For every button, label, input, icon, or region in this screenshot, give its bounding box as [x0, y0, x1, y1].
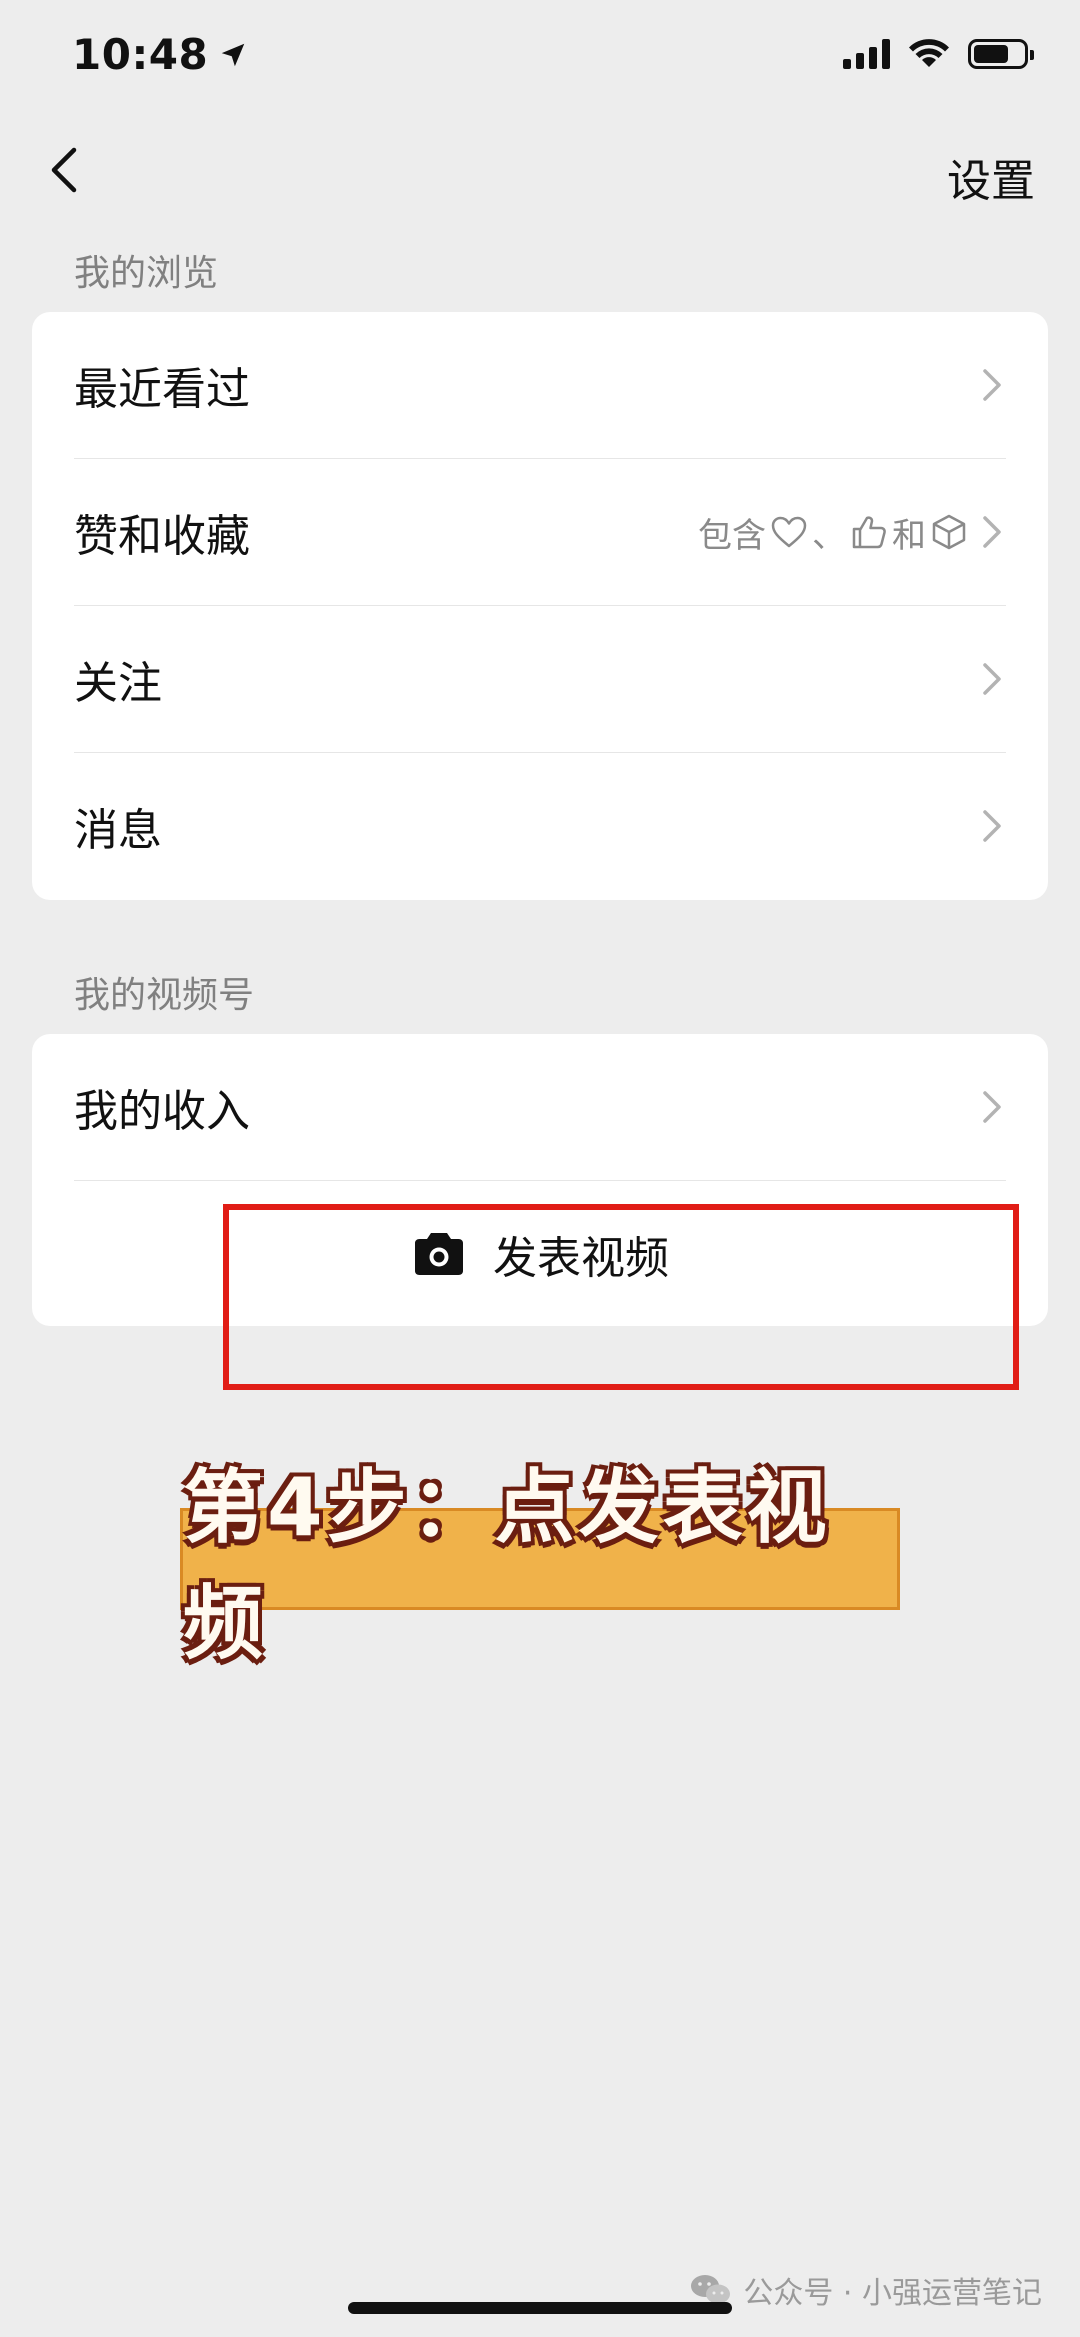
list-item-my-income[interactable]: 我的收入	[74, 1034, 1006, 1181]
chevron-right-icon	[983, 1091, 1001, 1123]
settings-link[interactable]: 设置	[947, 145, 1035, 209]
section-title-browse: 我的浏览	[74, 253, 219, 294]
battery-icon	[968, 39, 1034, 69]
status-time: 10:48	[72, 30, 248, 79]
highlight-box	[223, 1204, 1019, 1390]
list-item-label: 最近看过	[74, 364, 250, 415]
wifi-icon	[909, 39, 949, 67]
chevron-right-icon	[983, 810, 1001, 842]
home-indicator[interactable]	[348, 2302, 732, 2314]
chevron-right-icon	[983, 663, 1001, 695]
section-title-channels: 我的视频号	[74, 975, 255, 1016]
location-arrow-icon	[221, 43, 245, 66]
list-item-messages[interactable]: 消息	[74, 753, 1006, 899]
hint-separator: 、	[812, 515, 846, 556]
heart-icon	[771, 516, 807, 548]
watermark: 公众号 · 小强运营笔记	[689, 2268, 1042, 2312]
back-chevron-icon[interactable]	[36, 140, 96, 200]
thumbs-up-icon	[852, 516, 886, 549]
list-item-label: 赞和收藏	[74, 511, 250, 562]
list-item-label: 我的收入	[74, 1086, 250, 1137]
list-item-likes-favorites[interactable]: 赞和收藏 包含 、 和	[74, 459, 1006, 606]
chevron-right-icon	[983, 516, 1001, 548]
tutorial-caption: 第4步：点发表视频	[180, 1461, 900, 1670]
status-time-text: 10:48	[72, 30, 209, 79]
list-item-recently-viewed[interactable]: 最近看过	[74, 312, 1006, 459]
hint-prefix: 包含	[698, 515, 766, 556]
hint-and: 和	[892, 515, 926, 556]
list-item-label: 消息	[74, 805, 162, 856]
chevron-right-icon	[983, 369, 1001, 401]
list-item-label: 关注	[74, 658, 162, 709]
cellular-signal-icon	[843, 39, 890, 69]
list-item-following[interactable]: 关注	[74, 606, 1006, 753]
cube-icon	[932, 514, 966, 550]
status-icons	[843, 38, 1034, 70]
list-item-right: 包含 、 和	[698, 508, 1006, 557]
likes-hint: 包含 、 和	[698, 508, 968, 557]
watermark-text: 公众号 · 小强运营笔记	[743, 2276, 1042, 2311]
browse-card: 最近看过 赞和收藏 包含 、 和 关注 消息	[32, 312, 1048, 900]
